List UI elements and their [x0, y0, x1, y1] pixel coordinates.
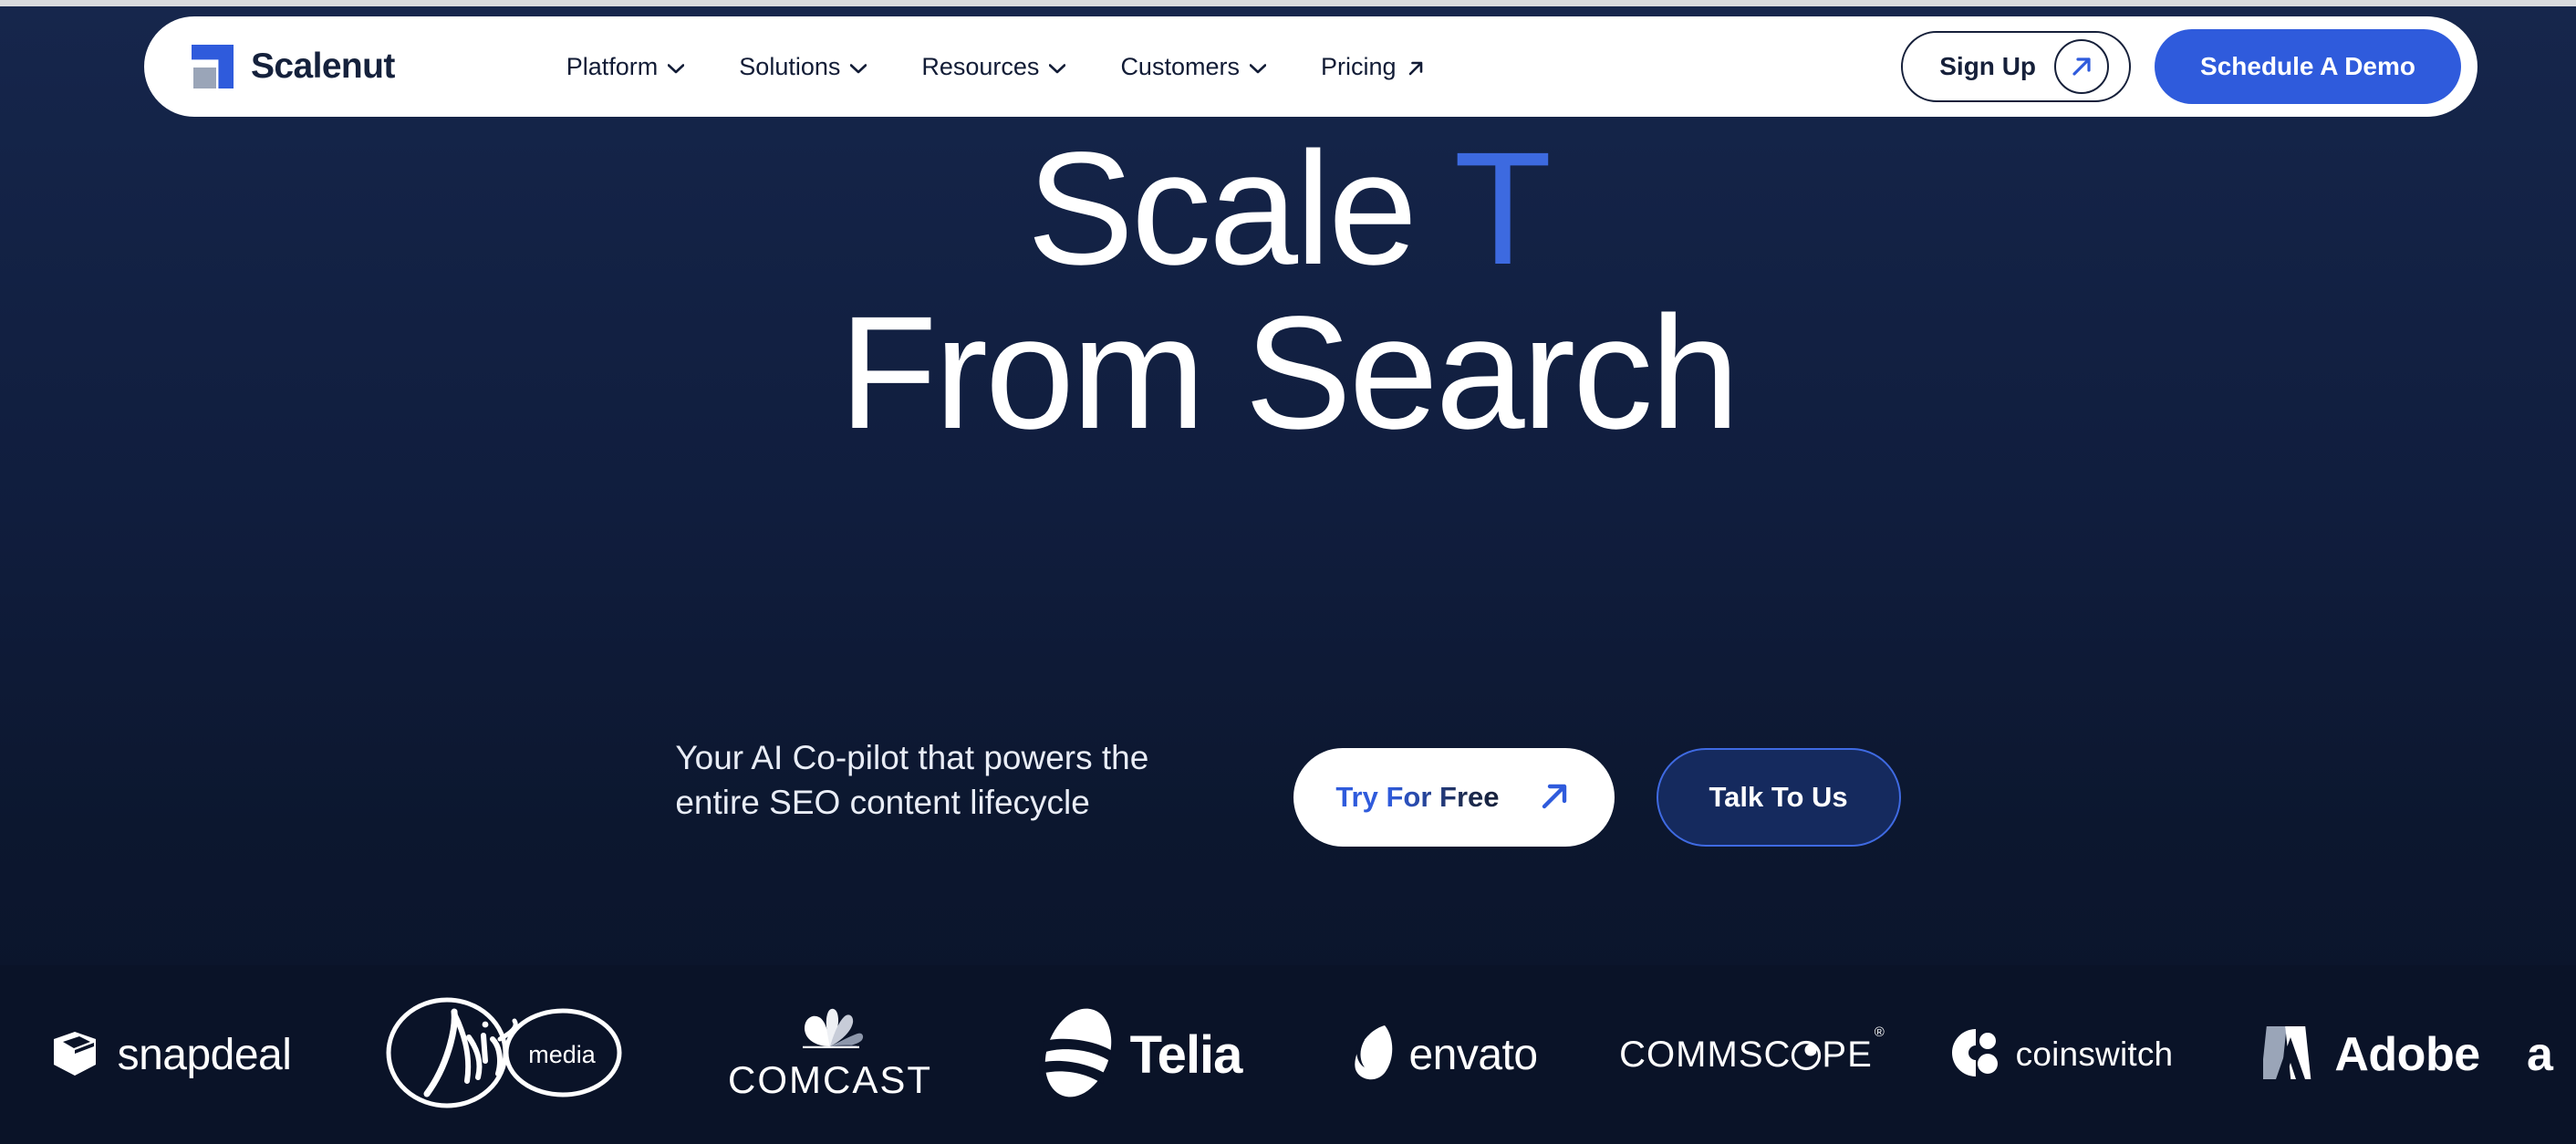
nav-item-label: Customers: [1120, 52, 1240, 80]
logo-label: envato: [1408, 1030, 1538, 1079]
virgin-infinity-icon: media: [376, 993, 637, 1117]
arrow-up-right-icon: [2054, 39, 2110, 94]
logo-snapdeal: snapdeal: [0, 1004, 338, 1105]
logo-marquee-track: snapdeal media COMCAST Telia envato COMM…: [0, 997, 2576, 1108]
hero-cta-row: Try For Free Talk To Us: [1293, 724, 1901, 847]
hero-section: Scale T From Search Your AI Co-pilot tha…: [0, 127, 2576, 847]
snapdeal-box-icon: [47, 1024, 103, 1086]
coinswitch-icon: [1950, 1027, 2000, 1083]
logo-label: a: [2527, 1028, 2554, 1081]
nav-actions: Sign Up Schedule A Demo: [1901, 29, 2461, 104]
main-navbar: Scalenut Platform Solutions Resources Cu…: [144, 16, 2477, 117]
nbc-peacock-icon: [792, 1008, 868, 1053]
logo-label: media: [528, 1041, 597, 1068]
try-for-free-button[interactable]: Try For Free: [1293, 748, 1615, 847]
logo-commscope: COMMSC PE®: [1596, 1004, 1906, 1105]
headline-static-text: Scale: [1026, 120, 1454, 298]
logo-envato: envato: [1295, 1004, 1596, 1105]
nav-links: Platform Solutions Resources Customers P…: [539, 53, 1452, 81]
try-for-free-label: Try For Free: [1335, 781, 1500, 813]
nav-item-resources[interactable]: Resources: [894, 53, 1093, 81]
headline-typed-text: T: [1453, 120, 1553, 298]
logo-telia: Telia: [985, 1004, 1295, 1105]
adobe-a-icon: [2261, 1024, 2320, 1086]
commscope-o-icon: [1791, 1039, 1822, 1080]
nav-item-customers[interactable]: Customers: [1093, 53, 1293, 81]
nav-item-pricing[interactable]: Pricing: [1293, 53, 1452, 81]
scalenut-logo-mark: [192, 45, 234, 88]
trademark-symbol: ®: [1874, 1024, 1885, 1041]
logo-label: coinswitch: [2015, 1035, 2174, 1073]
nav-item-platform[interactable]: Platform: [539, 53, 712, 81]
arrow-up-right-icon: [1536, 778, 1573, 817]
landing-page: Scalenut Platform Solutions Resources Cu…: [0, 0, 2576, 1144]
sign-up-button[interactable]: Sign Up: [1901, 31, 2132, 102]
talk-to-us-button[interactable]: Talk To Us: [1656, 748, 1901, 847]
customer-logo-strip: snapdeal media COMCAST Telia envato COMM…: [0, 965, 2576, 1144]
headline-line-1: Scale T: [0, 127, 2576, 292]
logo-label: Telia: [1129, 1024, 1243, 1085]
chevron-down-icon: [1249, 63, 1266, 74]
nav-item-label: Pricing: [1320, 52, 1397, 80]
chevron-down-icon: [668, 63, 685, 74]
nav-item-label: Platform: [566, 52, 659, 80]
logo-label: COMCAST: [728, 1057, 932, 1101]
arrow-up-right-icon: [1407, 56, 1425, 76]
logo-label: COMMSC PE®: [1619, 1024, 1885, 1076]
chevron-down-icon: [1049, 63, 1066, 74]
brand-name: Scalenut: [251, 47, 395, 86]
hero-subtext: Your AI Co-pilot that powers the entire …: [675, 739, 1149, 822]
envato-leaf-icon: [1354, 1024, 1399, 1087]
nav-item-solutions[interactable]: Solutions: [712, 53, 894, 81]
telia-swirl-icon: [1038, 1003, 1117, 1108]
logo-label: snapdeal: [117, 1030, 292, 1079]
commscope-text-head: COMMSC: [1619, 1034, 1792, 1075]
hero-subsection: Your AI Co-pilot that powers the entire …: [0, 724, 2576, 847]
sign-up-label: Sign Up: [1939, 52, 2037, 80]
logo-label: Adobe: [2334, 1028, 2480, 1081]
logo-comcast: COMCAST: [675, 1004, 985, 1105]
browser-chrome-edge: [0, 0, 2576, 6]
nav-item-label: Solutions: [739, 52, 841, 80]
logo-adobe: Adobe: [2217, 1004, 2527, 1105]
chevron-down-icon: [850, 63, 867, 74]
hero-headline: Scale T From Search: [0, 127, 2576, 463]
logo-virgin-media: media: [338, 997, 675, 1108]
nav-item-label: Resources: [921, 52, 1040, 80]
commscope-text-tail: PE: [1822, 1034, 1873, 1075]
logo-coinswitch: coinswitch: [1906, 1004, 2217, 1105]
brand-logo[interactable]: Scalenut: [192, 45, 395, 88]
headline-line-2: From Search: [838, 283, 1740, 463]
logo-partial-next: a: [2527, 1004, 2576, 1105]
schedule-demo-button[interactable]: Schedule A Demo: [2155, 29, 2461, 104]
